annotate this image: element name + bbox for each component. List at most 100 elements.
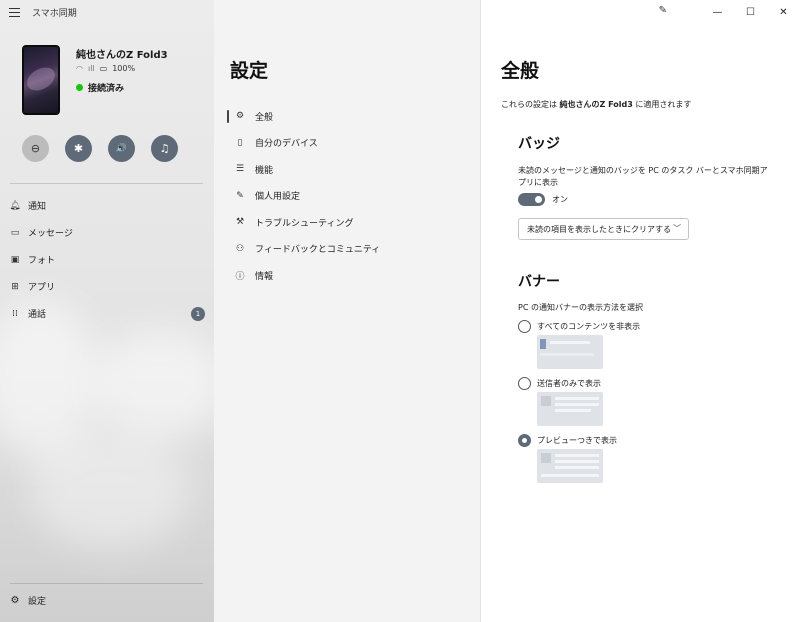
page-title: 設定 [230,60,269,82]
phone-sidebar: スマホ同期 純也さんのZ Fold3 ◠ ıll ▭ 100% 接続済み ⊖ ✱… [0,0,214,622]
wrench-icon: ⚒ [235,217,245,228]
sidebar-item-calls[interactable]: ⁞⁞ 通話 1 [0,300,214,327]
list-icon: ☰ [235,164,245,175]
sidebar-item-messages[interactable]: ▭ メッセージ [0,219,214,246]
volume-button[interactable]: 🔊 [108,135,135,162]
music-button[interactable]: ♫ [151,135,178,162]
badge-toggle[interactable] [518,193,545,206]
gear-icon: ⚙ [235,111,245,122]
banner-option-hide-all[interactable]: すべてのコンテンツを非表示 [518,320,640,333]
applies-to-text: これらの設定は 純也さんのZ Fold3 に適用されます [501,99,691,110]
music-icon: ♫ [159,142,170,155]
minimize-button[interactable]: — [701,0,734,24]
pen-icon[interactable]: ✎ [659,5,667,16]
settings-menu: ⚙ 全般 ▯ 自分のデバイス ☰ 機能 ✎ 個人用設定 ⚒ トラブルシューティン… [226,103,476,289]
divider [10,183,203,184]
badge-description: 未読のメッセージと通知のバッジを PC のタスク バーとスマホ同期アプリに表示 [518,166,768,187]
menu-item-general[interactable]: ⚙ 全般 [226,103,476,130]
do-not-disturb-button[interactable]: ⊖ [22,135,49,162]
radio-button[interactable] [518,320,531,333]
menu-item-features[interactable]: ☰ 機能 [226,156,476,183]
app-title: スマホ同期 [32,8,77,19]
badge-clear-dropdown[interactable]: 未読の項目を表示したときにクリアする ﹀ [518,218,689,240]
unread-badge: 1 [191,306,205,321]
banner-preview-hide-all [537,335,603,369]
phone-status-bar: ◠ ıll ▭ 100% [76,64,135,73]
personalize-icon: ✎ [236,190,244,201]
general-settings-pane: ✎ — ☐ ✕ 全般 これらの設定は 純也さんのZ Fold3 に適用されます … [480,0,800,622]
gear-icon: ⚙ [10,595,20,606]
applies-to-device: 純也さんのZ Fold3 [559,100,633,109]
menu-item-label: 情報 [255,271,274,282]
minimize-icon: — [712,6,723,18]
banner-section-title: バナー [518,274,560,290]
sidebar-settings-button[interactable]: ⚙ 設定 [8,594,47,607]
sidebar-item-label: 通知 [28,202,47,212]
radio-label: プレビューつきで表示 [537,436,617,445]
signal-icon: ıll [87,64,95,73]
apps-icon: ⊞ [11,281,19,292]
menu-item-feedback[interactable]: ⚇ フィードバックとコミュニティ [226,236,476,263]
volume-icon: 🔊 [115,143,128,154]
sidebar-settings-label: 設定 [28,597,47,607]
banner-preview-with-preview [537,449,603,483]
info-icon: ⓘ [235,271,245,282]
do-not-disturb-icon: ⊖ [30,142,41,155]
menu-item-my-devices[interactable]: ▯ 自分のデバイス [226,130,476,157]
radio-label: 送信者のみで表示 [537,379,601,388]
banner-description: PC の通知バナーの表示方法を選択 [518,303,643,312]
quick-actions: ⊖ ✱ 🔊 ♫ [22,135,178,162]
badge-toggle-row: オン [518,193,568,206]
connected-dot-icon [76,84,83,91]
badge-toggle-label: オン [552,195,568,204]
sidebar-item-photos[interactable]: ▣ フォト [0,246,214,273]
sidebar-item-label: 通話 [28,310,47,320]
photo-icon: ▣ [10,254,20,265]
menu-item-personalization[interactable]: ✎ 個人用設定 [226,183,476,210]
menu-item-label: 機能 [255,165,274,176]
connection-status: 接続済み [76,81,124,94]
banner-option-sender-only[interactable]: 送信者のみで表示 [518,377,601,390]
bluetooth-button[interactable]: ✱ [65,135,92,162]
sidebar-item-notifications[interactable]: 🔔︎ 通知 [0,192,214,219]
banner-preview-sender-only [537,392,603,426]
wifi-icon: ◠ [76,64,83,73]
dropdown-value: 未読の項目を表示したときにクリアする [527,224,671,234]
sidebar-item-label: フォト [28,256,56,266]
sidebar-nav: 🔔︎ 通知 ▭ メッセージ ▣ フォト ⊞ アプリ ⁞⁞ 通話 1 [0,192,214,327]
radio-button[interactable] [518,377,531,390]
close-button[interactable]: ✕ [767,0,800,24]
applies-to-prefix: これらの設定は [501,100,560,109]
radio-label: すべてのコンテンツを非表示 [537,322,641,331]
battery-level: 100% [112,64,136,73]
menu-item-about[interactable]: ⓘ 情報 [226,262,476,289]
sidebar-item-label: メッセージ [28,229,73,239]
dialpad-icon: ⁞⁞ [12,308,18,319]
divider [10,583,203,584]
settings-menu-pane: 設定 ⚙ 全般 ▯ 自分のデバイス ☰ 機能 ✎ 個人用設定 ⚒ トラブルシュー… [214,0,480,622]
sidebar-item-label: アプリ [28,283,56,293]
close-icon: ✕ [779,6,788,18]
menu-item-label: フィードバックとコミュニティ [255,245,381,256]
banner-option-with-preview[interactable]: プレビューつきで表示 [518,434,617,447]
menu-item-label: 自分のデバイス [255,139,318,150]
radio-button[interactable] [518,434,531,447]
battery-icon: ▭ [99,64,108,73]
maximize-icon: ☐ [746,6,755,18]
sidebar-item-apps[interactable]: ⊞ アプリ [0,273,214,300]
phone-name: 純也さんのZ Fold3 [76,50,168,61]
applies-to-suffix: に適用されます [632,100,692,109]
chevron-down-icon: ﹀ [673,224,681,233]
message-icon: ▭ [10,227,20,238]
menu-item-troubleshooting[interactable]: ⚒ トラブルシューティング [226,209,476,236]
connection-status-label: 接続済み [88,84,125,94]
badge-section-title: バッジ [518,136,560,152]
menu-item-label: 全般 [255,112,274,123]
menu-item-label: トラブルシューティング [255,218,354,229]
phone-icon: ▯ [237,137,243,148]
section-title: 全般 [501,60,540,82]
hamburger-menu-icon[interactable] [0,0,28,24]
maximize-button[interactable]: ☐ [734,0,767,24]
app-titlebar: スマホ同期 [0,0,214,24]
bell-icon: 🔔︎ [9,200,21,211]
